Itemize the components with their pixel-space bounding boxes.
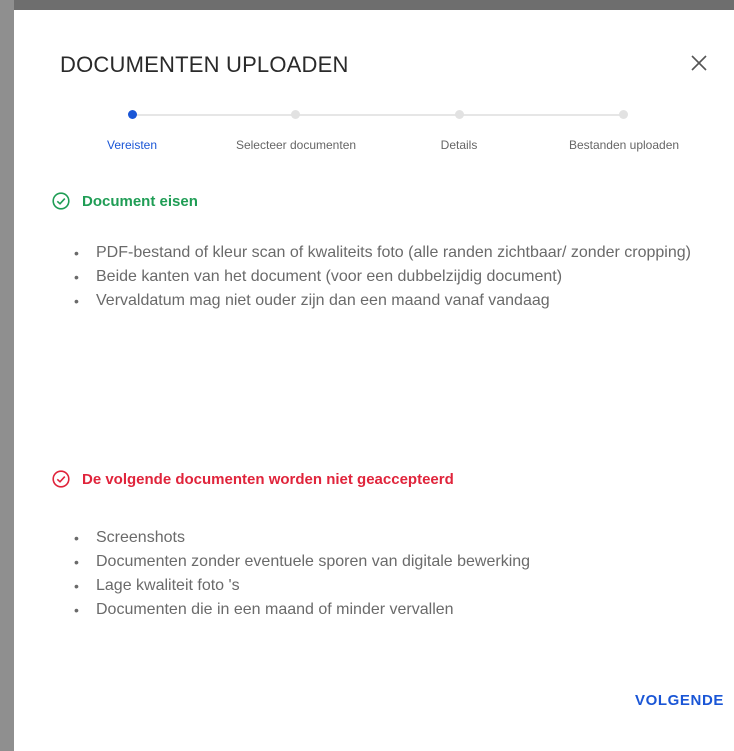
requirements-heading: Document eisen [52,192,198,210]
list-item: Screenshots [64,526,704,550]
list-item: Lage kwaliteit foto 's [64,574,704,598]
step-bestanden-uploaden[interactable]: Bestanden uploaden [569,138,679,152]
step-dot-details [455,110,464,119]
step-selecteer-documenten[interactable]: Selecteer documenten [236,138,356,152]
upload-dialog: DOCUMENTEN UPLOADEN Vereisten Selecteer … [14,10,734,751]
progress-stepper: Vereisten Selecteer documenten Details B… [84,98,724,158]
close-icon[interactable] [685,49,713,77]
list-item: Vervaldatum mag niet ouder zijn dan een … [64,289,704,313]
page-backdrop-top [14,0,734,10]
list-item: Beide kanten van het document (voor een … [64,265,704,289]
next-button[interactable]: VOLGENDE [614,682,724,718]
list-item: PDF-bestand of kleur scan of kwaliteits … [64,241,704,265]
step-dot-vereisten [128,110,137,119]
list-item: Documenten zonder eventuele sporen van d… [64,550,704,574]
step-dot-selecteer-documenten [291,110,300,119]
step-details[interactable]: Details [441,138,478,152]
check-circle-icon [52,192,70,210]
requirements-heading-text: Document eisen [82,192,198,210]
step-dot-bestanden-uploaden [619,110,628,119]
rejected-list: Screenshots Documenten zonder eventuele … [64,526,704,622]
rejected-heading-text: De volgende documenten worden niet geacc… [82,470,454,488]
step-vereisten[interactable]: Vereisten [107,138,157,152]
dialog-title: DOCUMENTEN UPLOADEN [60,52,349,77]
cross-circle-icon [52,470,70,488]
requirements-list: PDF-bestand of kleur scan of kwaliteits … [64,241,704,313]
rejected-heading: De volgende documenten worden niet geacc… [52,470,454,488]
page-backdrop-left [0,0,14,751]
list-item: Documenten die in een maand of minder ve… [64,598,704,622]
stepper-line [132,114,622,116]
